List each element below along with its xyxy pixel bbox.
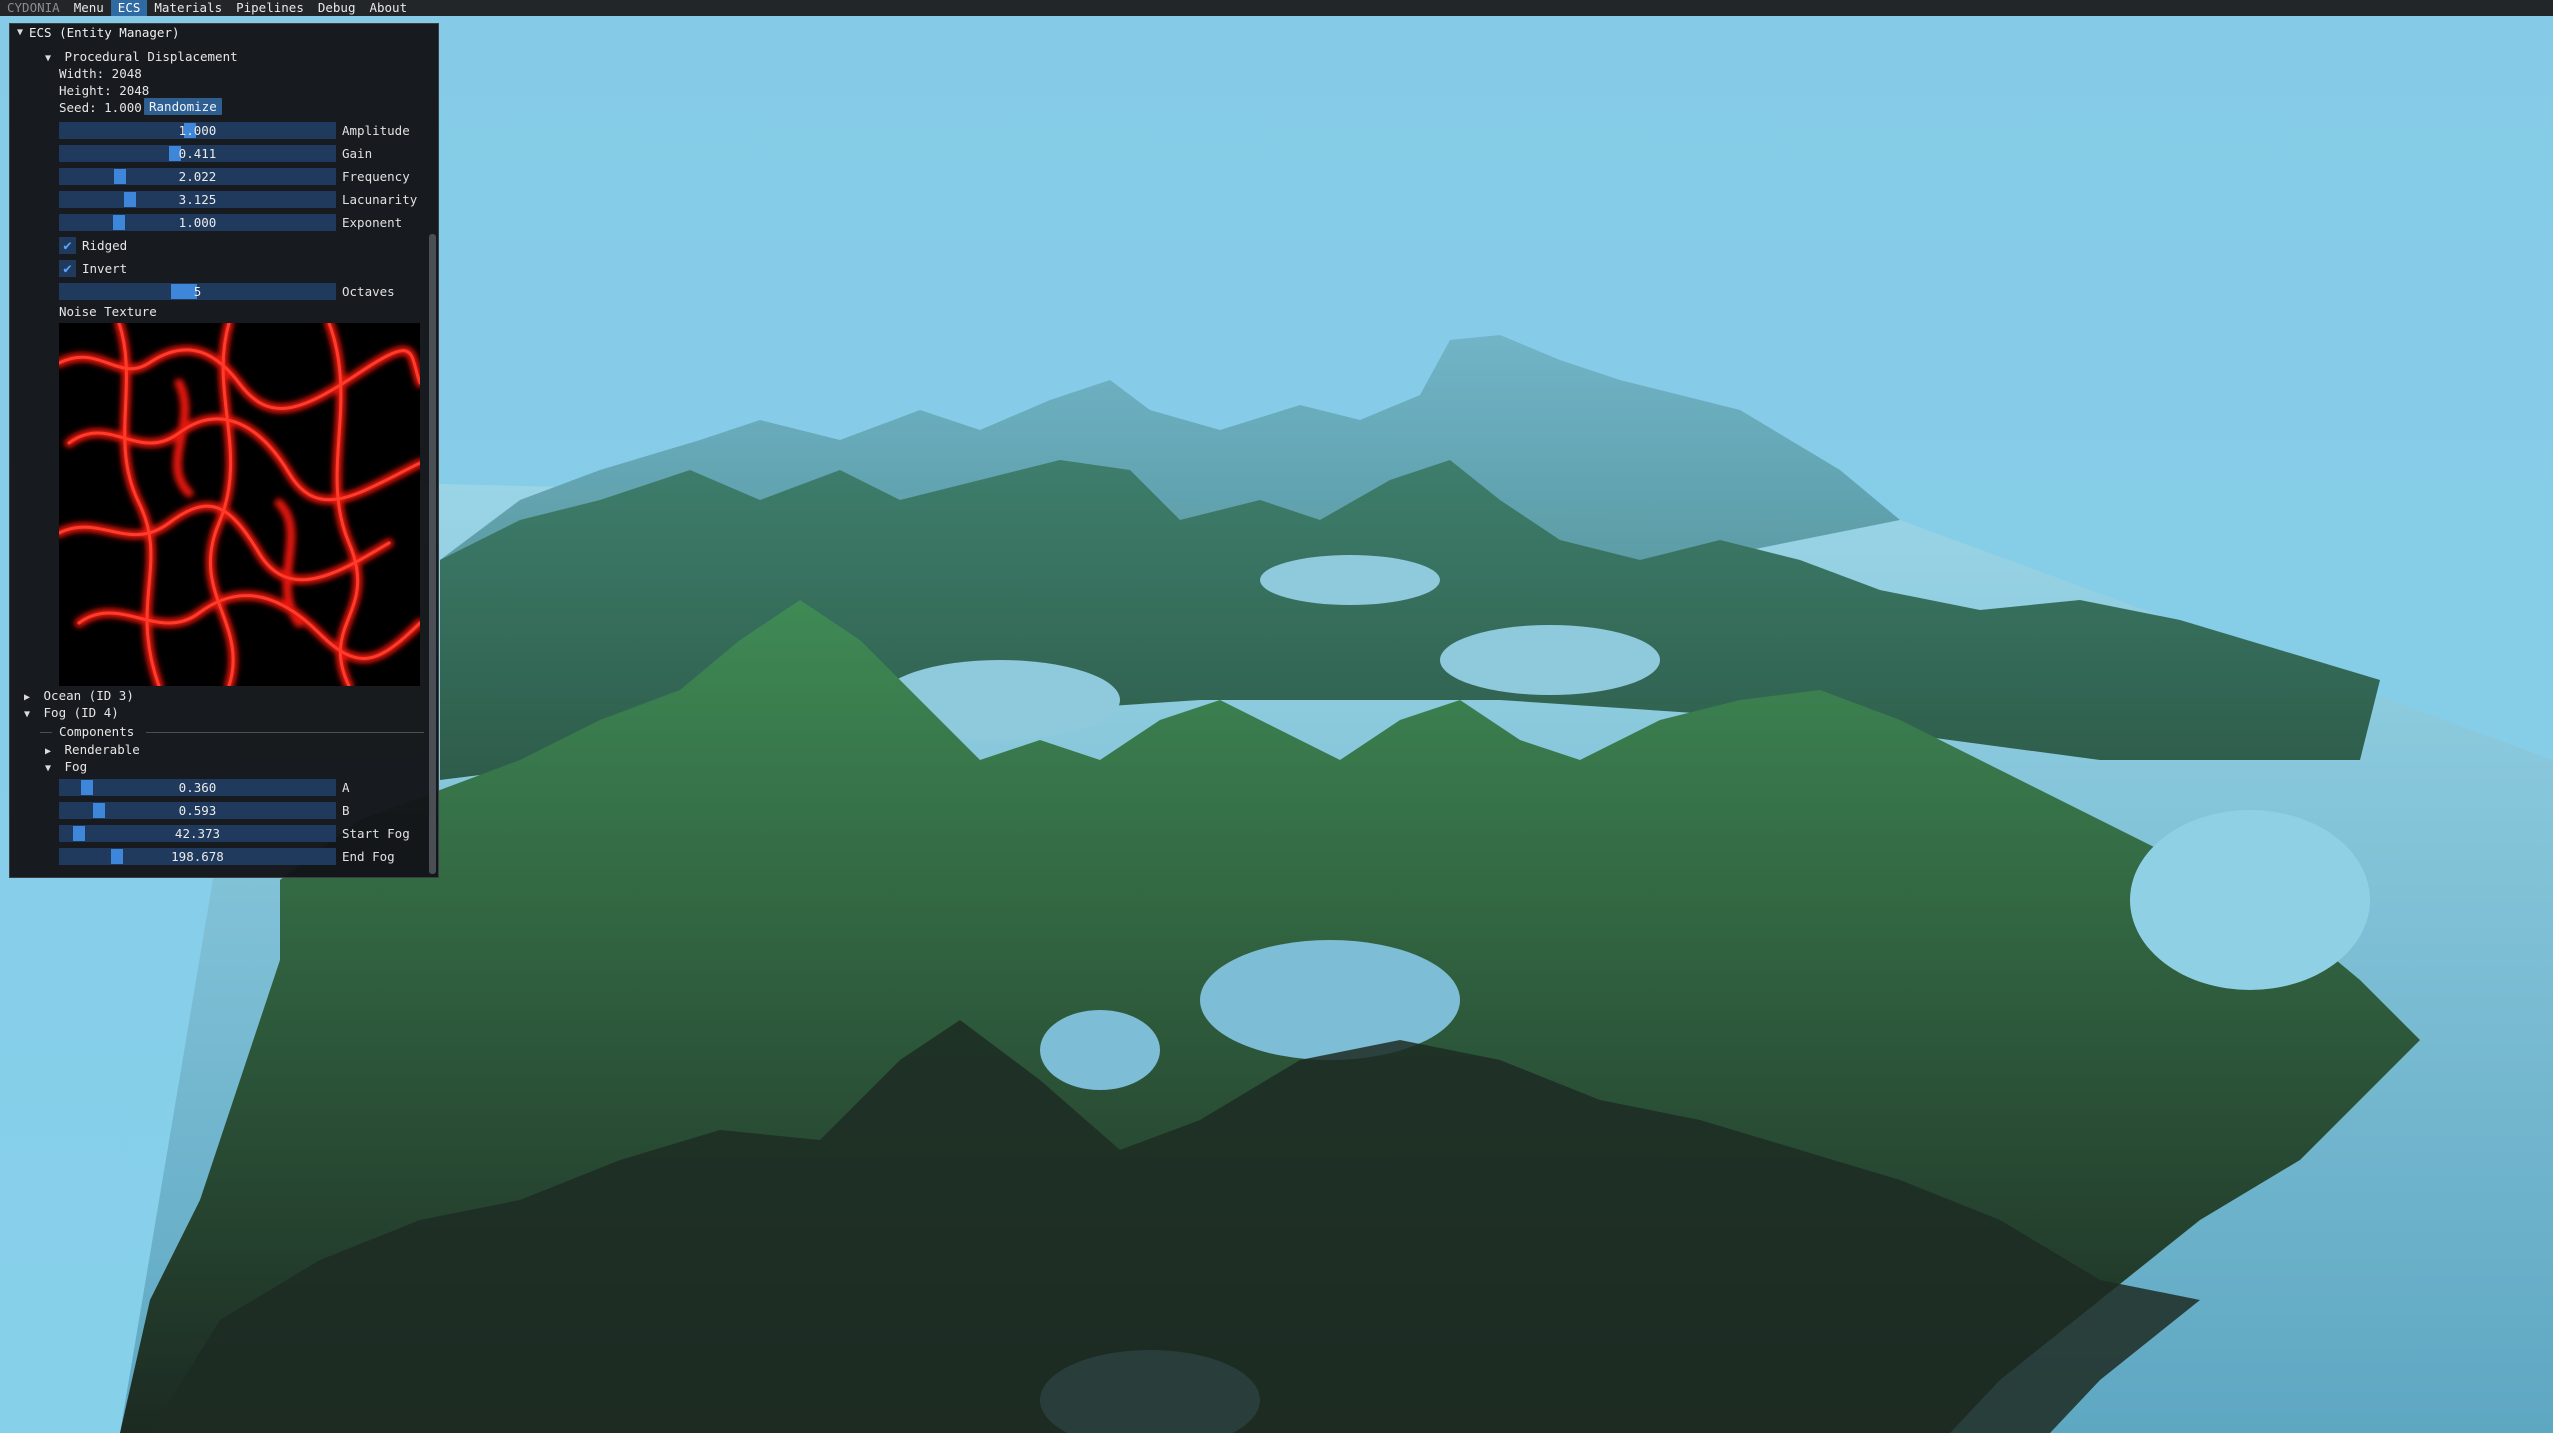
slider-label: Frequency (342, 169, 410, 184)
seed-text: Seed: 1.000 (59, 100, 142, 115)
slider-value: 0.360 (178, 780, 217, 795)
collapsed-triangle-icon: ▶ (24, 692, 31, 703)
slider-value: 0.411 (178, 146, 217, 161)
app-name: CYDONIA (7, 0, 60, 15)
octaves-slider[interactable]: 5 (59, 283, 336, 300)
slider-value: 0.593 (178, 803, 217, 818)
menu-menu[interactable]: Menu (67, 0, 111, 16)
menu-ecs[interactable]: ECS (110, 0, 148, 16)
frequency-slider[interactable]: 2.022 (59, 168, 336, 185)
fog-b-slider[interactable]: 0.593 (59, 802, 336, 819)
ecs-panel: ▼ ECS (Entity Manager) ▼ Procedural Disp… (9, 23, 439, 878)
slider-value: 2.022 (178, 169, 217, 184)
noise-texture-label: Noise Texture (59, 304, 157, 319)
width-text: Width: 2048 (59, 66, 142, 81)
start-fog-slider[interactable]: 42.373 (59, 825, 336, 842)
slider-label: A (342, 780, 350, 795)
invert-checkbox[interactable]: ✔ (59, 260, 76, 277)
fog-entity-node[interactable]: ▼ Fog (ID 4) (24, 705, 119, 723)
menu-pipelines[interactable]: Pipelines (229, 0, 311, 16)
checkmark-icon: ✔ (63, 260, 72, 277)
lake (1440, 625, 1660, 695)
menu-materials[interactable]: Materials (147, 0, 229, 16)
fog-a-slider[interactable]: 0.360 (59, 779, 336, 796)
slider-value: 1.000 (178, 123, 217, 138)
renderable-node[interactable]: ▶ Renderable (45, 742, 140, 760)
slider-value: 198.678 (171, 849, 224, 864)
ocean-entity-label: Ocean (ID 3) (43, 688, 134, 703)
lake (1260, 555, 1440, 605)
collapse-triangle-icon[interactable]: ▼ (17, 25, 29, 41)
separator (146, 732, 424, 733)
exponent-slider[interactable]: 1.000 (59, 214, 336, 231)
components-label: Components (59, 724, 135, 739)
slider-label: Amplitude (342, 123, 410, 138)
noise-texture-preview (59, 323, 420, 686)
checkmark-icon: ✔ (63, 237, 72, 254)
slider-value: 42.373 (174, 826, 221, 841)
procedural-label: Procedural Displacement (64, 49, 238, 64)
end-fog-slider[interactable]: 198.678 (59, 848, 336, 865)
collapsed-triangle-icon: ▶ (45, 746, 52, 757)
lake (1200, 940, 1460, 1060)
slider-value: 5 (193, 284, 202, 299)
gain-slider[interactable]: 0.411 (59, 145, 336, 162)
slider-label: Lacunarity (342, 192, 418, 207)
slider-value: 1.000 (178, 215, 217, 230)
ridged-label: Ridged (82, 238, 128, 253)
panel-title-bar[interactable]: ▼ ECS (Entity Manager) (10, 24, 438, 41)
panel-title: ECS (Entity Manager) (29, 24, 180, 40)
slider-label: Gain (342, 146, 373, 161)
separator (40, 732, 52, 733)
randomize-button[interactable]: Randomize (144, 98, 222, 115)
fog-component-node[interactable]: ▼ Fog (45, 759, 87, 777)
slider-label: Start Fog (342, 826, 410, 841)
fog-component-label: Fog (64, 759, 88, 774)
ocean-entity-node[interactable]: ▶ Ocean (ID 3) (24, 688, 134, 706)
menu-debug[interactable]: Debug (311, 0, 363, 16)
amplitude-slider[interactable]: 1.000 (59, 122, 336, 139)
menu-about[interactable]: About (362, 0, 414, 16)
height-text: Height: 2048 (59, 83, 150, 98)
expand-triangle-icon: ▼ (45, 763, 52, 774)
expand-triangle-icon: ▼ (45, 53, 52, 64)
lacunarity-slider[interactable]: 3.125 (59, 191, 336, 208)
slider-value: 3.125 (178, 192, 217, 207)
procedural-header[interactable]: ▼ Procedural Displacement (45, 49, 238, 67)
slider-label: End Fog (342, 849, 395, 864)
slider-label: Exponent (342, 215, 403, 230)
ridged-checkbox[interactable]: ✔ (59, 237, 76, 254)
invert-label: Invert (82, 261, 128, 276)
renderable-label: Renderable (64, 742, 140, 757)
fog-entity-label: Fog (ID 4) (43, 705, 119, 720)
slider-label: B (342, 803, 350, 818)
main-menu-bar: CYDONIA Menu ECS Materials Pipelines Deb… (0, 0, 2553, 16)
panel-scrollbar[interactable] (429, 234, 436, 874)
lake (2130, 810, 2370, 990)
expand-triangle-icon: ▼ (24, 709, 31, 720)
lake (1040, 1010, 1160, 1090)
slider-label: Octaves (342, 284, 395, 299)
